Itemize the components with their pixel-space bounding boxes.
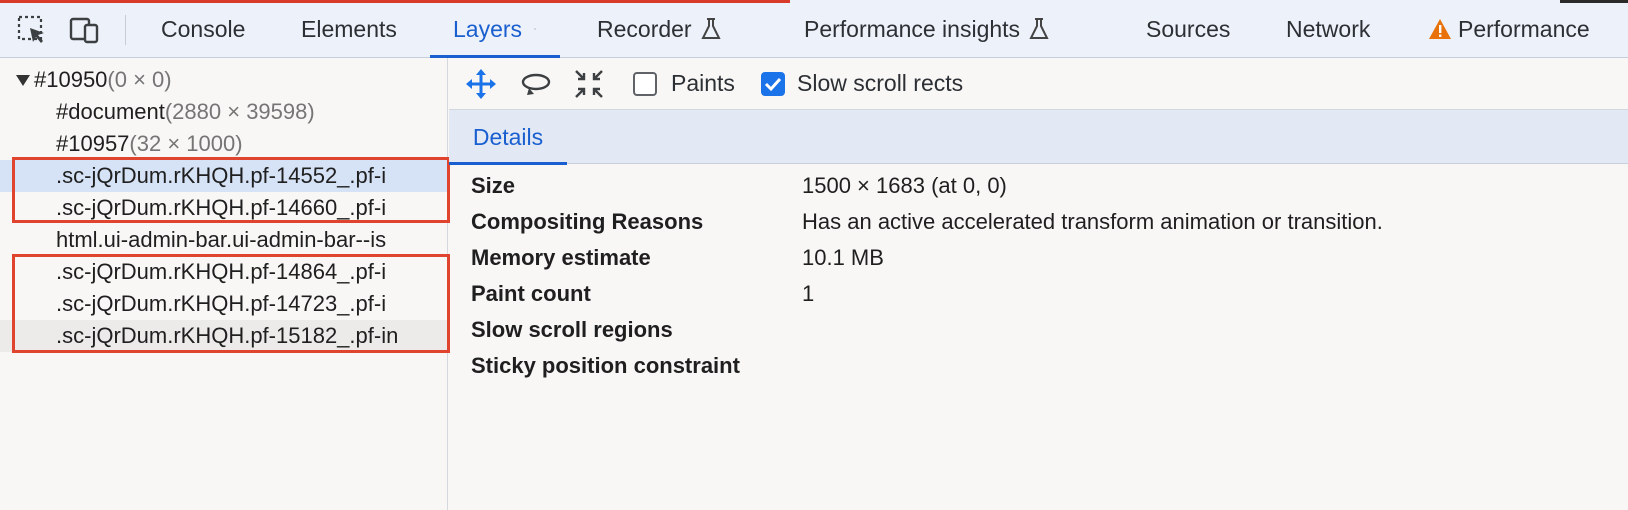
paints-checkbox[interactable] [633, 72, 657, 96]
detail-label-slow-scroll-regions: Slow scroll regions [471, 317, 673, 342]
device-toolbar-icon[interactable] [68, 14, 100, 46]
slow-scroll-rects-checkbox[interactable] [761, 72, 785, 96]
tab-layers[interactable]: Layers [430, 0, 560, 58]
tab-performance[interactable]: Performance [1428, 0, 1590, 58]
tab-performance-insights[interactable]: Performance insights [804, 0, 1050, 58]
details-tab-bar: Details [449, 110, 1628, 165]
layers-toolbar: Paints Slow scroll rects [449, 58, 1628, 110]
active-tab-indicator [449, 162, 567, 165]
tab-sources[interactable]: Sources [1146, 0, 1230, 58]
tree-row[interactable]: html.ui-admin-bar.ui-admin-bar--is [0, 224, 447, 256]
slow-scroll-rects-label: Slow scroll rects [797, 70, 964, 96]
pan-mode-icon[interactable] [463, 66, 499, 102]
checkmark-icon [764, 77, 782, 92]
detail-label-compositing-reasons: Compositing Reasons [471, 209, 704, 234]
tab-details[interactable]: Details [449, 110, 567, 165]
tree-row[interactable]: #10957 (32 × 1000) [0, 128, 447, 160]
reset-transform-icon[interactable] [571, 66, 607, 102]
detail-value-size: 1500 × 1683 (at 0, 0) [802, 173, 1007, 198]
flask-icon [700, 18, 721, 39]
warning-icon [1429, 19, 1451, 39]
tab-console[interactable]: Console [161, 0, 245, 58]
tree-row[interactable]: #10950 (0 × 0) [0, 64, 447, 96]
inspect-element-icon[interactable] [16, 14, 48, 46]
layer-tree: #10950 (0 × 0) #document (2880 × 39598) #1… [0, 58, 450, 510]
toolbar-divider [125, 15, 126, 45]
highlight-box [12, 157, 450, 223]
paints-label: Paints [671, 70, 735, 96]
tab-recorder[interactable]: Recorder [597, 0, 722, 58]
tab-network[interactable]: Network [1286, 0, 1370, 58]
detail-value-memory-estimate: 10.1 MB [802, 245, 884, 270]
expand-caret-icon[interactable] [16, 74, 30, 86]
close-tab-icon[interactable] [534, 20, 536, 38]
tab-elements[interactable]: Elements [301, 0, 397, 58]
rotate-mode-icon[interactable] [518, 66, 554, 102]
detail-label-memory-estimate: Memory estimate [471, 245, 651, 270]
detail-label-size: Size [471, 173, 516, 198]
detail-value-paint-count: 1 [802, 281, 815, 306]
detail-label-sticky-position-constraint: Sticky position constraint [471, 353, 740, 378]
detail-value-compositing-reasons: Has an active accelerated transform anim… [802, 209, 1383, 234]
flask-icon [1029, 18, 1049, 39]
tree-row[interactable]: #document (2880 × 39598) [0, 96, 447, 128]
detail-label-paint-count: Paint count [471, 281, 591, 306]
devtools-tab-bar: Console Elements Layers Recorder Perform… [0, 0, 1628, 58]
highlight-box [12, 254, 450, 353]
